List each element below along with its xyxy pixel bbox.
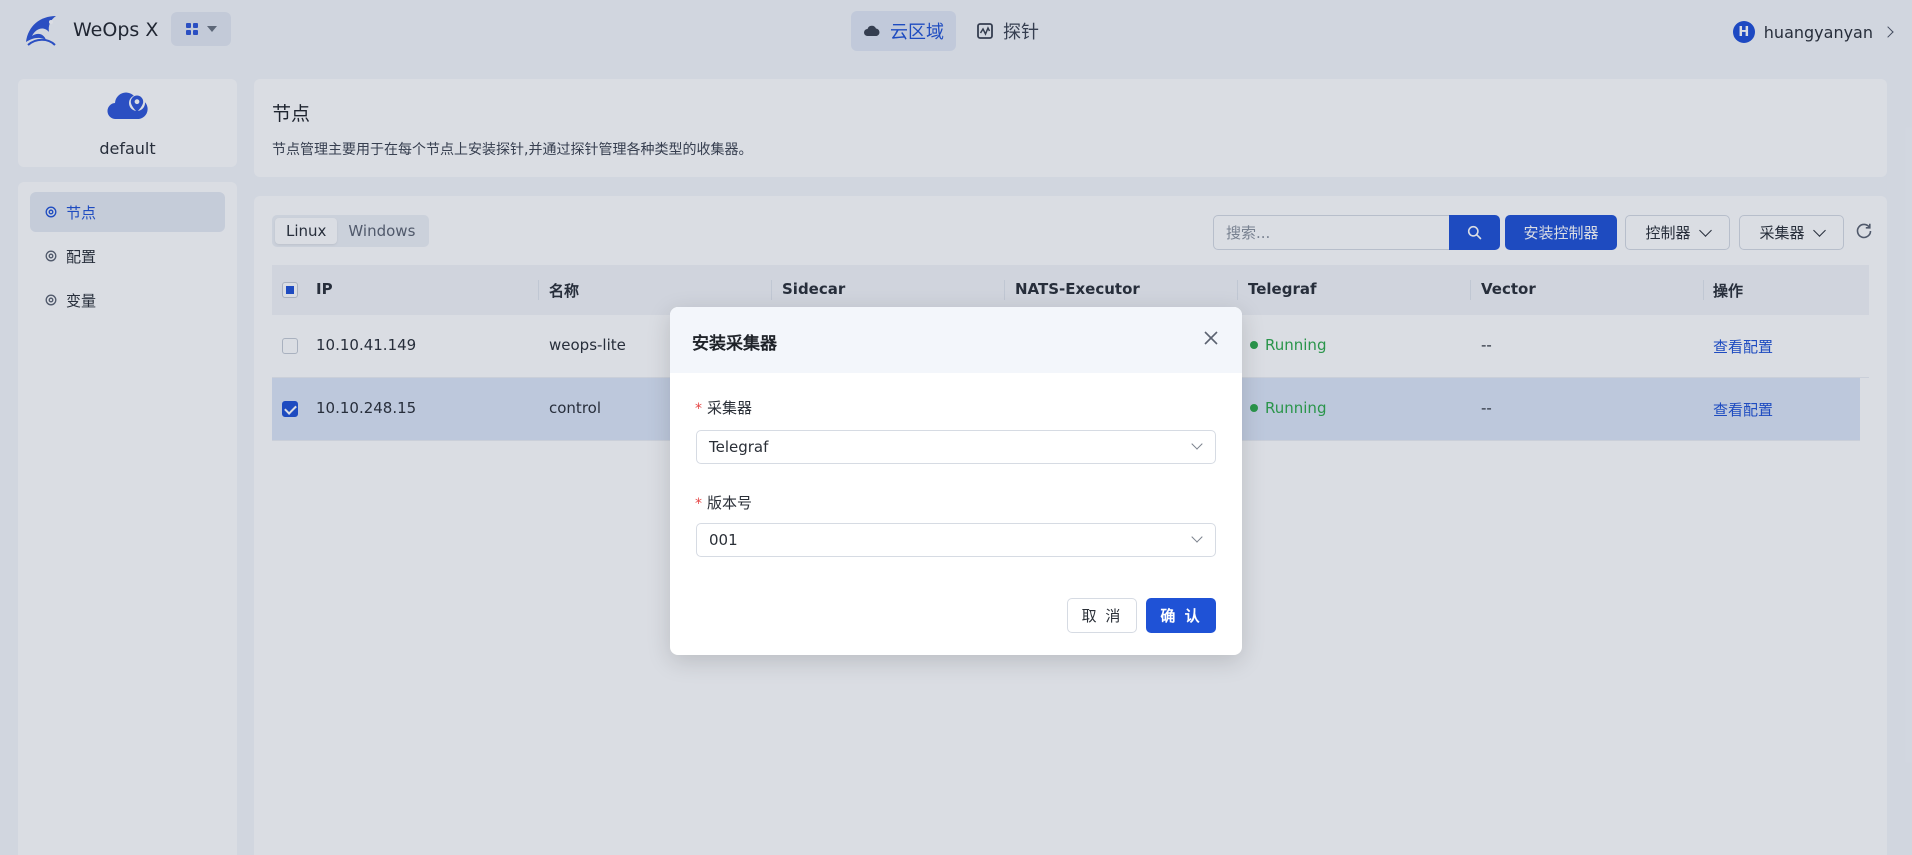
chevron-down-icon xyxy=(1191,438,1203,450)
cancel-button[interactable]: 取 消 xyxy=(1067,598,1137,633)
version-select[interactable]: 001 xyxy=(696,523,1216,557)
version-field-label: * 版本号 xyxy=(695,492,752,513)
install-collector-modal: 安装采集器 * 采集器 Telegraf * 版本号 001 取 消 确 认 xyxy=(670,307,1242,655)
collector-select-value: Telegraf xyxy=(709,438,769,456)
collector-select[interactable]: Telegraf xyxy=(696,430,1216,464)
collector-label-text: 采集器 xyxy=(707,399,753,417)
version-select-value: 001 xyxy=(709,531,738,549)
modal-header: 安装采集器 xyxy=(670,307,1242,373)
confirm-button[interactable]: 确 认 xyxy=(1146,598,1216,633)
required-mark: * xyxy=(695,496,702,512)
required-mark: * xyxy=(695,401,702,417)
close-icon[interactable] xyxy=(1202,329,1220,347)
modal-title: 安装采集器 xyxy=(692,334,777,354)
chevron-down-icon xyxy=(1191,531,1203,543)
version-label-text: 版本号 xyxy=(707,494,753,512)
collector-field-label: * 采集器 xyxy=(695,397,752,418)
